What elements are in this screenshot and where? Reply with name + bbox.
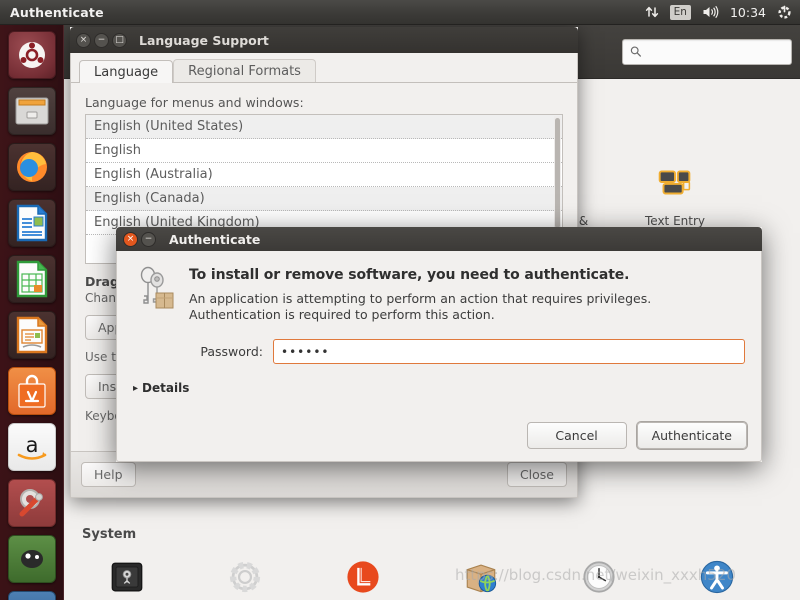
settings-item-details[interactable]: Details (186, 546, 304, 600)
close-icon[interactable]: × (123, 231, 138, 247)
search-input[interactable] (646, 44, 784, 59)
language-support-tabbar: Language Regional Formats (71, 53, 577, 83)
settings-group-title: System (82, 527, 137, 542)
language-support-title: Language Support (139, 32, 269, 48)
authenticate-dialog-title: Authenticate (169, 231, 261, 247)
chevron-right-icon: ▸ (133, 382, 139, 394)
close-icon[interactable]: × (76, 32, 91, 48)
help-button[interactable]: Help (81, 462, 136, 487)
svg-text:a: a (25, 433, 38, 457)
keys-package-icon (133, 265, 177, 323)
authenticate-texts: To install or remove software, you need … (189, 265, 651, 323)
authenticate-button[interactable]: Authenticate (636, 422, 747, 449)
language-support-titlebar[interactable]: × − □ Language Support (70, 27, 578, 53)
authenticate-heading: To install or remove software, you need … (189, 267, 630, 283)
settings-item-landscape-service[interactable]: Landscape Service (304, 546, 422, 600)
launcher-item-libreoffice-calc[interactable] (4, 253, 60, 305)
settings-item-universal-access[interactable]: Universal Access (658, 546, 776, 600)
top-panel: Authenticate En 10:34 (0, 0, 800, 25)
authenticate-dialog-buttons: Cancel Authenticate (526, 422, 747, 449)
firefox-icon (7, 143, 56, 191)
cancel-button[interactable]: Cancel (526, 422, 627, 449)
launcher-item-amazon[interactable]: a (4, 421, 60, 473)
list-item[interactable]: English (Australia) (86, 163, 562, 187)
launcher-item-workspace-3[interactable] (4, 589, 60, 600)
clock-indicator[interactable]: 10:34 (730, 5, 766, 20)
accessibility-icon (695, 552, 739, 600)
list-item[interactable]: English (86, 139, 562, 163)
gear-icon (223, 552, 267, 600)
settings-wrench-icon (7, 479, 56, 527)
launcher-item-ubuntu-dash[interactable] (4, 29, 60, 81)
details-disclosure[interactable]: ▸ Details (133, 381, 745, 395)
launcher-item-workspace-2[interactable] (4, 533, 60, 585)
settings-item-label: Text Entry (644, 214, 705, 228)
minimize-icon[interactable]: − (141, 231, 156, 247)
unity-launcher: a (0, 25, 64, 600)
maximize-icon[interactable]: □ (112, 32, 127, 48)
ubuntu-logo-icon (7, 31, 56, 79)
file-cabinet-icon (7, 87, 56, 135)
settings-system-row: Backups Details (64, 546, 800, 600)
keyboard-layout-icon (652, 157, 698, 207)
language-list-label: Language for menus and windows: (85, 95, 304, 110)
panel-window-title: Authenticate (10, 4, 104, 20)
network-updown-icon[interactable] (645, 5, 659, 19)
analog-clock-icon (577, 552, 621, 600)
launcher-item-files[interactable] (4, 85, 60, 137)
spreadsheet-calc-icon (7, 255, 56, 303)
package-globe-icon (459, 552, 503, 600)
password-row: Password: •••••• (133, 339, 745, 364)
minimize-icon[interactable]: − (94, 32, 109, 48)
tab-language[interactable]: Language (79, 60, 174, 83)
settings-item-software-updates[interactable]: Software & Updates (422, 546, 540, 600)
stack-blue-icon (7, 591, 56, 600)
close-button[interactable]: Close (506, 462, 567, 487)
password-input[interactable]: •••••• (273, 339, 745, 364)
launcher-item-ubuntu-software[interactable] (4, 365, 60, 417)
document-writer-icon (7, 199, 56, 247)
launcher-item-firefox[interactable] (4, 141, 60, 193)
amazon-icon: a (7, 423, 56, 471)
software-bag-icon (7, 367, 56, 415)
presentation-impress-icon (7, 311, 56, 359)
screen: Security & Privacy Text Entry (0, 0, 800, 600)
authenticate-dialog: × − Authenticate To install or remove so… (116, 227, 762, 462)
launcher-item-libreoffice-writer[interactable] (4, 197, 60, 249)
settings-system-section: System Backups (64, 519, 800, 600)
authenticate-header: To install or remove software, you need … (133, 265, 745, 323)
list-item[interactable]: English (Canada) (86, 187, 562, 211)
safe-box-icon (105, 552, 149, 600)
list-item[interactable]: English (United States) (86, 115, 562, 139)
authenticate-body-line-1: An application is attempting to perform … (189, 291, 652, 306)
session-gear-icon[interactable] (777, 5, 792, 20)
search-icon (630, 46, 642, 57)
keyboard-layout-indicator[interactable]: En (669, 4, 691, 20)
volume-icon[interactable] (702, 5, 719, 19)
landscape-l-icon (341, 552, 385, 600)
launcher-item-libreoffice-impress[interactable] (4, 309, 60, 361)
authenticate-body-line-2: Authentication is required to perform th… (189, 307, 495, 322)
authenticate-dialog-body: To install or remove software, you need … (116, 251, 762, 462)
stack-green-icon (7, 535, 56, 583)
settings-item-backups[interactable]: Backups (68, 546, 186, 600)
details-label: Details (142, 381, 190, 395)
authenticate-body-text: An application is attempting to perform … (189, 291, 651, 323)
tab-regional-formats[interactable]: Regional Formats (173, 59, 316, 82)
password-label: Password: (200, 344, 263, 359)
launcher-item-system-settings[interactable] (4, 477, 60, 529)
search-box[interactable] (622, 38, 792, 65)
settings-item-time-date[interactable]: Time & Date (540, 546, 658, 600)
authenticate-titlebar[interactable]: × − Authenticate (116, 227, 762, 251)
panel-indicators: En 10:34 (645, 4, 800, 20)
